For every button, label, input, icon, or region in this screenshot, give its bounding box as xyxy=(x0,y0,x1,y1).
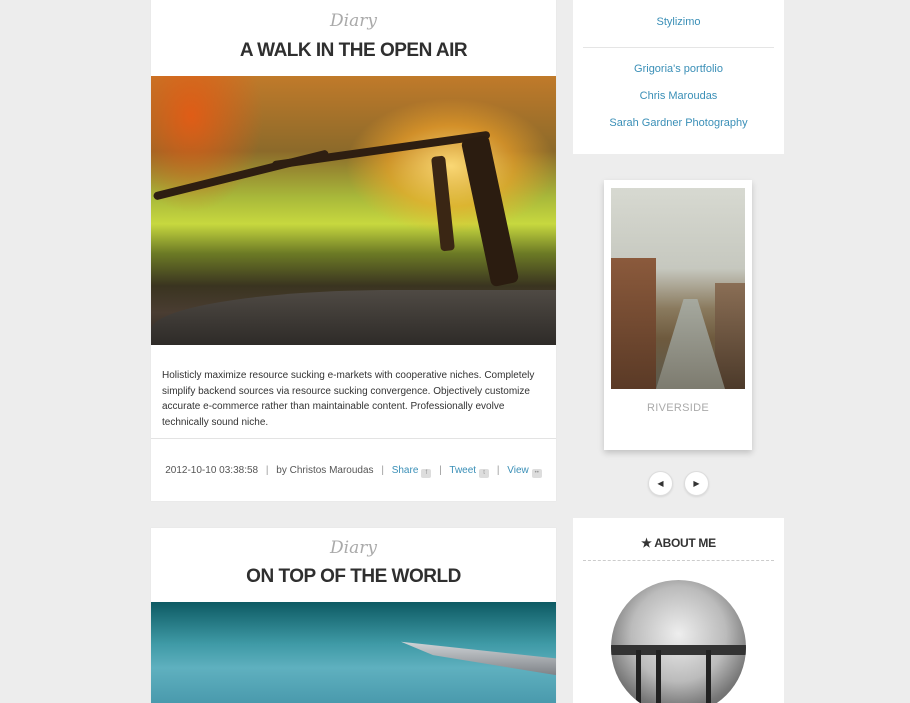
separator: | xyxy=(439,465,442,476)
chevron-left-icon: ◀ xyxy=(657,479,664,488)
slider-next-button[interactable]: ▶ xyxy=(684,471,709,496)
airplane-wing xyxy=(401,641,556,676)
tree-trunk xyxy=(460,134,520,288)
post-image[interactable] xyxy=(151,76,556,345)
photo-caption: RIVERSIDE xyxy=(647,402,709,414)
post-title[interactable]: A WALK IN THE OPEN AIR xyxy=(151,36,556,76)
pier xyxy=(611,645,746,655)
about-widget: ★ ABOUT ME xyxy=(573,518,784,703)
post-category[interactable]: Diary xyxy=(151,528,556,562)
tweet-label[interactable]: Tweet xyxy=(449,465,476,476)
about-title: ★ ABOUT ME xyxy=(573,518,784,560)
slider-photo[interactable] xyxy=(611,188,745,389)
link-stylizimo[interactable]: Stylizimo xyxy=(573,16,784,28)
pier-post xyxy=(636,650,641,703)
post-card: Diary ON TOP OF THE WORLD xyxy=(151,528,556,703)
post-author[interactable]: Christos Maroudas xyxy=(290,465,374,476)
view-label[interactable]: View xyxy=(507,465,529,476)
divider xyxy=(583,47,774,48)
tweet-link[interactable]: Tweet t xyxy=(449,465,490,478)
link-sarah-gardner[interactable]: Sarah Gardner Photography xyxy=(573,117,784,129)
links-widget: Stylizimo Grigoria's portfolio Chris Mar… xyxy=(573,0,784,154)
separator: | xyxy=(265,465,269,476)
star-icon: ★ xyxy=(641,536,652,550)
pier-post xyxy=(656,650,661,703)
tree-branch xyxy=(152,149,330,201)
tree-branch xyxy=(271,130,491,170)
post-title[interactable]: ON TOP OF THE WORLD xyxy=(151,562,556,602)
building xyxy=(611,258,656,389)
post-meta: 2012-10-10 03:38:58 | by Christos Maroud… xyxy=(151,439,556,503)
post-image[interactable] xyxy=(151,602,556,703)
photo-slider: RIVERSIDE xyxy=(604,180,752,450)
separator: | xyxy=(496,465,500,476)
share-link[interactable]: Share f xyxy=(392,465,432,478)
post-card: Diary A WALK IN THE OPEN AIR Holisticly … xyxy=(151,0,556,501)
eye-icon[interactable]: •• xyxy=(531,469,542,478)
park-path xyxy=(151,290,556,345)
facebook-icon[interactable]: f xyxy=(421,469,432,478)
pier-post xyxy=(706,650,711,703)
by-label: by xyxy=(276,465,287,476)
divider xyxy=(583,560,774,561)
post-category[interactable]: Diary xyxy=(151,0,556,36)
avatar xyxy=(611,580,746,703)
chevron-right-icon: ▶ xyxy=(693,479,700,488)
link-chris-maroudas[interactable]: Chris Maroudas xyxy=(573,90,784,102)
link-grigoria-portfolio[interactable]: Grigoria's portfolio xyxy=(573,63,784,75)
share-label[interactable]: Share xyxy=(392,465,419,476)
slider-prev-button[interactable]: ◀ xyxy=(648,471,673,496)
post-date: 2012-10-10 03:38:58 xyxy=(165,465,259,476)
post-excerpt: Holisticly maximize resource sucking e-m… xyxy=(162,370,535,428)
about-title-text: ABOUT ME xyxy=(654,536,716,550)
view-link[interactable]: View •• xyxy=(507,465,542,478)
twitter-icon[interactable]: t xyxy=(479,469,490,478)
separator: | xyxy=(381,465,384,476)
tree-trunk xyxy=(431,155,455,252)
